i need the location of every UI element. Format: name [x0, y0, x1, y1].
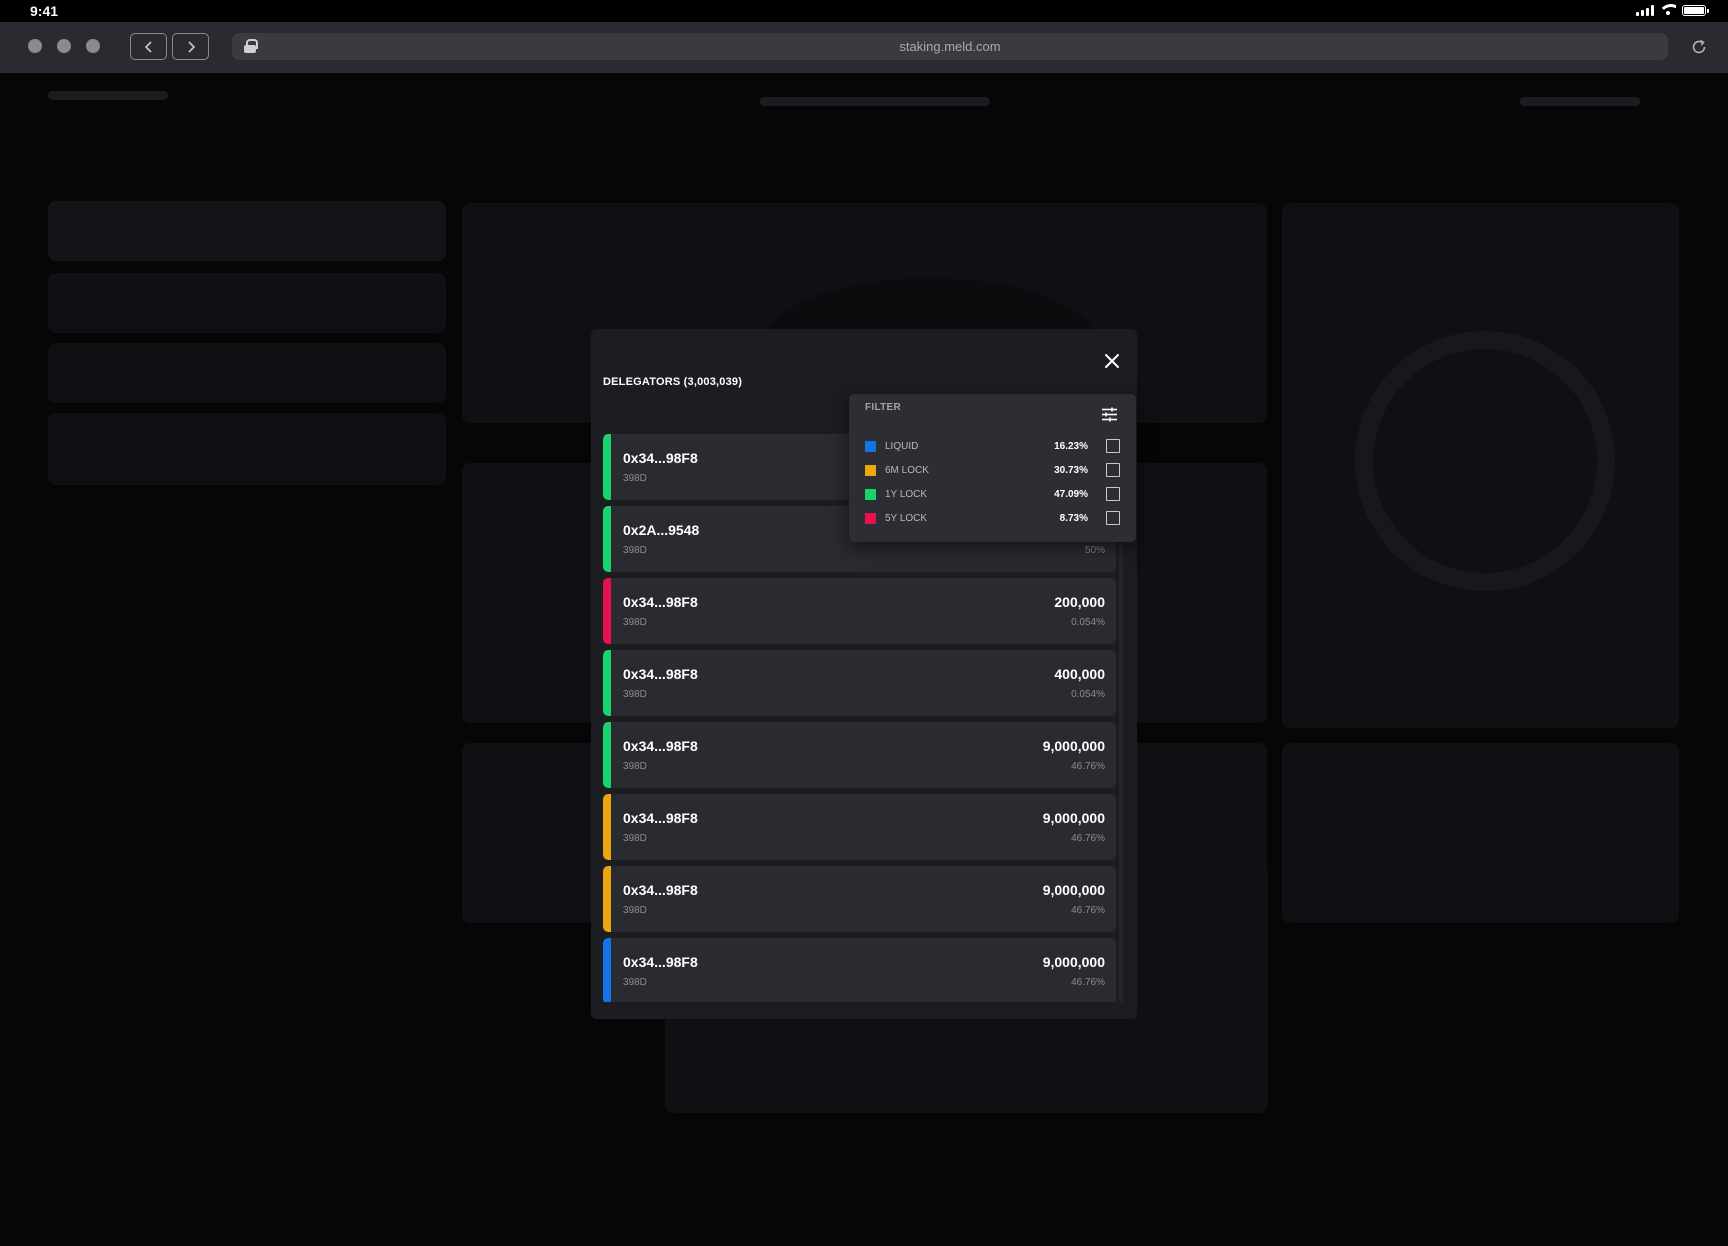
delegator-percent: 46.76%	[1071, 977, 1105, 988]
chevron-right-icon	[187, 40, 195, 53]
status-time: 9:41	[30, 3, 59, 19]
delegator-row[interactable]: 0x34...98F8 398D 9,000,000 46.76%	[603, 794, 1116, 860]
delegator-address: 0x34...98F8	[623, 738, 698, 754]
filter-option-label: LIQUID	[885, 441, 919, 452]
delegator-row[interactable]: 0x34...98F8 398D 9,000,000 46.76%	[603, 866, 1116, 932]
delegator-address: 0x34...98F8	[623, 810, 698, 826]
delegator-amount: 400,000	[1054, 666, 1105, 682]
delegator-row[interactable]: 0x34...98F8 398D 200,000 0.054%	[603, 578, 1116, 644]
delegator-duration: 398D	[623, 545, 647, 556]
address-url: staking.meld.com	[899, 39, 1001, 54]
bg-card	[1282, 743, 1679, 923]
lock-type-color-bar	[603, 938, 611, 1002]
lock-type-color-bar	[603, 434, 611, 500]
status-bar: 9:41	[0, 0, 1728, 22]
delegator-address: 0x34...98F8	[623, 954, 698, 970]
bg-card	[48, 413, 446, 485]
filter-option-percent: 30.73%	[1054, 465, 1088, 476]
legend-swatch	[865, 441, 876, 452]
wifi-icon	[1660, 4, 1676, 16]
delegator-percent: 46.76%	[1071, 833, 1105, 844]
filter-option-1y-lock[interactable]: 1Y LOCK 47.09%	[865, 487, 1120, 503]
filter-option-label: 5Y LOCK	[885, 513, 928, 524]
bg-card	[48, 273, 446, 333]
filter-checkbox-liquid[interactable]	[1106, 439, 1120, 453]
delegator-address: 0x34...98F8	[623, 594, 698, 610]
filter-option-percent: 16.23%	[1054, 441, 1088, 452]
delegator-percent: 46.76%	[1071, 905, 1105, 916]
filter-option-label: 6M LOCK	[885, 465, 929, 476]
lock-type-color-bar	[603, 722, 611, 788]
delegator-duration: 398D	[623, 833, 647, 844]
lock-type-color-bar	[603, 794, 611, 860]
bg-placeholder	[1520, 97, 1640, 106]
close-icon[interactable]	[1104, 353, 1120, 369]
delegator-duration: 398D	[623, 905, 647, 916]
filter-option-percent: 47.09%	[1054, 489, 1088, 500]
legend-swatch	[865, 465, 876, 476]
delegator-duration: 398D	[623, 761, 647, 772]
filter-popover: FILTER LIQUID 16.23% 6M LOCK 30.73% 1Y L…	[849, 394, 1136, 542]
delegator-duration: 398D	[623, 689, 647, 700]
filter-title: FILTER	[865, 402, 902, 413]
chevron-left-icon	[144, 40, 152, 53]
modal-title: DELEGATORS (3,003,039)	[603, 376, 743, 388]
delegator-amount: 9,000,000	[1042, 954, 1105, 970]
delegator-amount: 200,000	[1054, 594, 1105, 610]
delegator-amount: 9,000,000	[1042, 882, 1105, 898]
delegator-address: 0x34...98F8	[623, 882, 698, 898]
delegator-duration: 398D	[623, 977, 647, 988]
legend-swatch	[865, 489, 876, 500]
delegator-amount: 9,000,000	[1042, 738, 1105, 754]
filter-option-6m-lock[interactable]: 6M LOCK 30.73%	[865, 463, 1120, 479]
lock-type-color-bar	[603, 650, 611, 716]
battery-icon	[1682, 4, 1709, 16]
lock-type-color-bar	[603, 578, 611, 644]
filter-option-percent: 8.73%	[1059, 513, 1088, 524]
delegator-address: 0x34...98F8	[623, 450, 698, 466]
delegator-address: 0x2A...9548	[623, 522, 700, 538]
sliders-icon[interactable]	[1101, 406, 1118, 423]
filter-option-5y-lock[interactable]: 5Y LOCK 8.73%	[865, 511, 1120, 527]
lock-type-color-bar	[603, 866, 611, 932]
delegator-duration: 398D	[623, 473, 647, 484]
filter-option-liquid[interactable]: LIQUID 16.23%	[865, 439, 1120, 455]
window-zoom-dot[interactable]	[86, 39, 100, 53]
delegator-duration: 398D	[623, 617, 647, 628]
delegator-percent: 0.054%	[1071, 617, 1105, 628]
status-icons	[1636, 4, 1709, 16]
delegator-address: 0x34...98F8	[623, 666, 698, 682]
delegator-percent: 50%	[1084, 545, 1105, 556]
window-close-dot[interactable]	[28, 39, 42, 53]
bg-placeholder	[48, 91, 168, 100]
reload-icon[interactable]	[1690, 38, 1708, 56]
delegator-amount: 9,000,000	[1042, 810, 1105, 826]
bg-card	[48, 201, 446, 261]
forward-button[interactable]	[172, 33, 209, 60]
legend-swatch	[865, 513, 876, 524]
address-bar[interactable]: staking.meld.com	[232, 33, 1668, 60]
filter-checkbox-5y-lock[interactable]	[1106, 511, 1120, 525]
window-controls	[28, 39, 100, 53]
bg-card	[48, 343, 446, 403]
filter-checkbox-6m-lock[interactable]	[1106, 463, 1120, 477]
delegator-percent: 0.054%	[1071, 689, 1105, 700]
lock-type-color-bar	[603, 506, 611, 572]
back-button[interactable]	[130, 33, 167, 60]
window-minimize-dot[interactable]	[57, 39, 71, 53]
delegator-row[interactable]: 0x34...98F8 398D 9,000,000 46.76%	[603, 722, 1116, 788]
bg-placeholder	[760, 97, 990, 106]
filter-option-label: 1Y LOCK	[885, 489, 928, 500]
signal-icon	[1636, 4, 1654, 16]
browser-chrome: staking.meld.com	[0, 22, 1728, 73]
delegator-row[interactable]: 0x34...98F8 398D 9,000,000 46.76%	[603, 938, 1116, 1002]
filter-checkbox-1y-lock[interactable]	[1106, 487, 1120, 501]
bg-donut-chart	[1355, 331, 1615, 591]
delegator-percent: 46.76%	[1071, 761, 1105, 772]
delegator-row[interactable]: 0x34...98F8 398D 400,000 0.054%	[603, 650, 1116, 716]
